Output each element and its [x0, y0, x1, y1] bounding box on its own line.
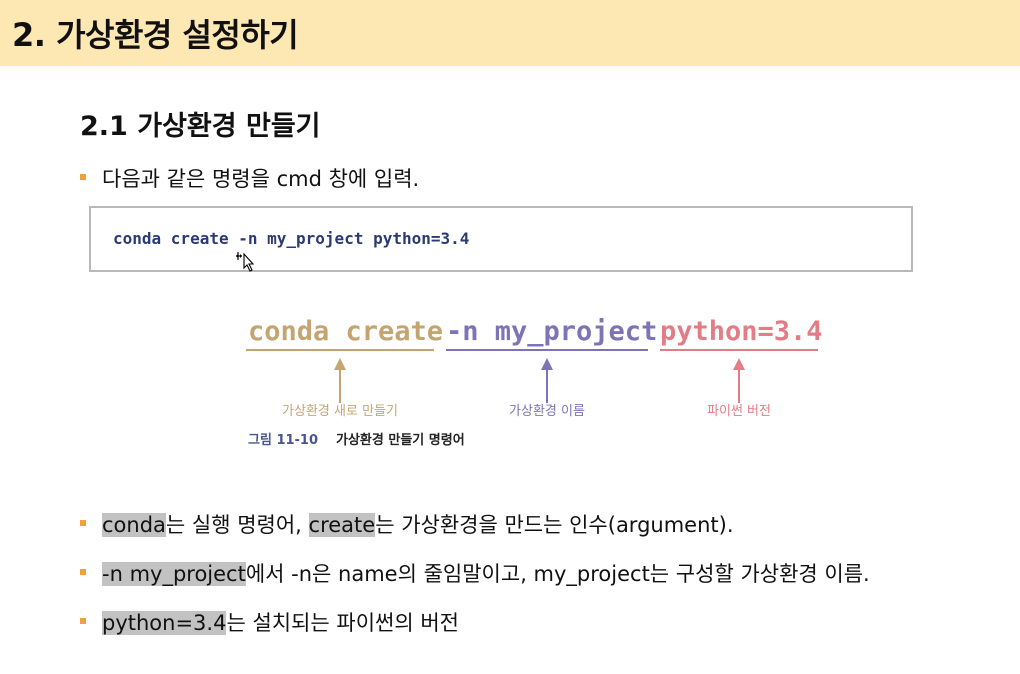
page-title: 2. 가상환경 설정하기: [12, 16, 299, 54]
section-title: 2.1 가상환경 만들기: [80, 111, 321, 142]
slide-page: 2. 가상환경 설정하기 2.1 가상환경 만들기 다음과 같은 명령을 cmd…: [0, 0, 1020, 674]
bullet-marker: [80, 520, 86, 526]
label-python: 파이썬 버전: [707, 404, 771, 419]
intro-text: 다음과 같은 명령을 cmd 창에 입력.: [102, 167, 420, 191]
highlight-create: create: [308, 513, 376, 537]
highlight-n-my-project: -n my_project: [102, 562, 246, 586]
bullet-line-1: conda는 실행 명령어, create는 가상환경을 만드는 인수(argu…: [102, 509, 734, 539]
label-conda-create: 가상환경 새로 만들기: [282, 404, 398, 419]
figure-caption-number: 그림 11-10: [248, 433, 318, 448]
diagram-part-python: python=3.4: [660, 316, 823, 347]
bullet-line-3: python=3.4는 설치되는 파이썬의 버전: [102, 607, 459, 637]
highlight-python: python=3.4: [102, 611, 227, 635]
bullet-1-text-a: 는 실행 명령어,: [165, 513, 309, 537]
bullet-1-text-b: 는 가상환경을 만드는 인수(argument).: [375, 513, 734, 537]
bullet-marker: [80, 174, 86, 180]
code-command: conda create -n my_project python=3.4: [113, 229, 470, 248]
label-name: 가상환경 이름: [509, 404, 585, 419]
header-bar: 2. 가상환경 설정하기: [0, 0, 1020, 66]
highlight-conda: conda: [102, 513, 166, 537]
diagram-part-conda-create: conda create: [248, 316, 443, 347]
move-cursor-icon: [236, 252, 255, 272]
bullet-2-text: 에서 -n은 name의 줄임말이고, my_project는 구성할 가상환경…: [245, 562, 870, 586]
bullet-3-text: 는 설치되는 파이썬의 버전: [226, 611, 459, 635]
bullet-line-2: -n my_project에서 -n은 name의 줄임말이고, my_proj…: [102, 558, 870, 588]
bullet-marker: [80, 618, 86, 624]
figure-caption-text: 가상환경 만들기 명령어: [336, 432, 465, 448]
diagram-part-name: -n my_project: [446, 316, 657, 347]
code-box: conda create -n my_project python=3.4: [89, 206, 913, 272]
command-diagram: conda create 가상환경 새로 만들기 -n my_project 가…: [246, 316, 823, 448]
bullet-marker: [80, 569, 86, 575]
